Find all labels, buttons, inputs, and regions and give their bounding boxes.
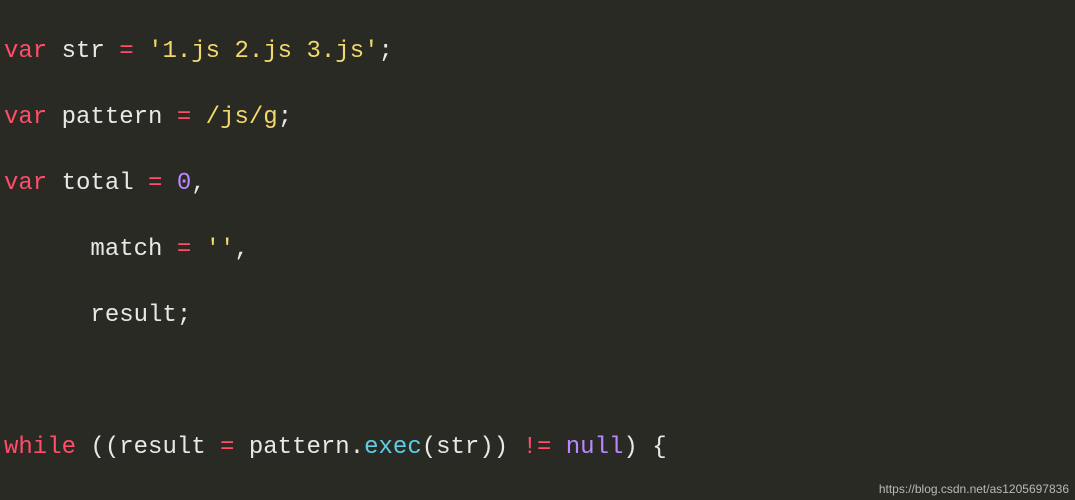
code-line: result; bbox=[4, 299, 1071, 332]
code-line: var total = 0, bbox=[4, 167, 1071, 200]
code-editor[interactable]: var str = '1.js 2.js 3.js'; var pattern … bbox=[0, 0, 1075, 500]
code-line: var str = '1.js 2.js 3.js'; bbox=[4, 35, 1071, 68]
code-line: var pattern = /js/g; bbox=[4, 101, 1071, 134]
watermark-text: https://blog.csdn.net/as1205697836 bbox=[879, 482, 1069, 496]
code-line: match = '', bbox=[4, 233, 1071, 266]
code-line bbox=[4, 365, 1071, 398]
code-line: while ((result = pattern.exec(str)) != n… bbox=[4, 431, 1071, 464]
